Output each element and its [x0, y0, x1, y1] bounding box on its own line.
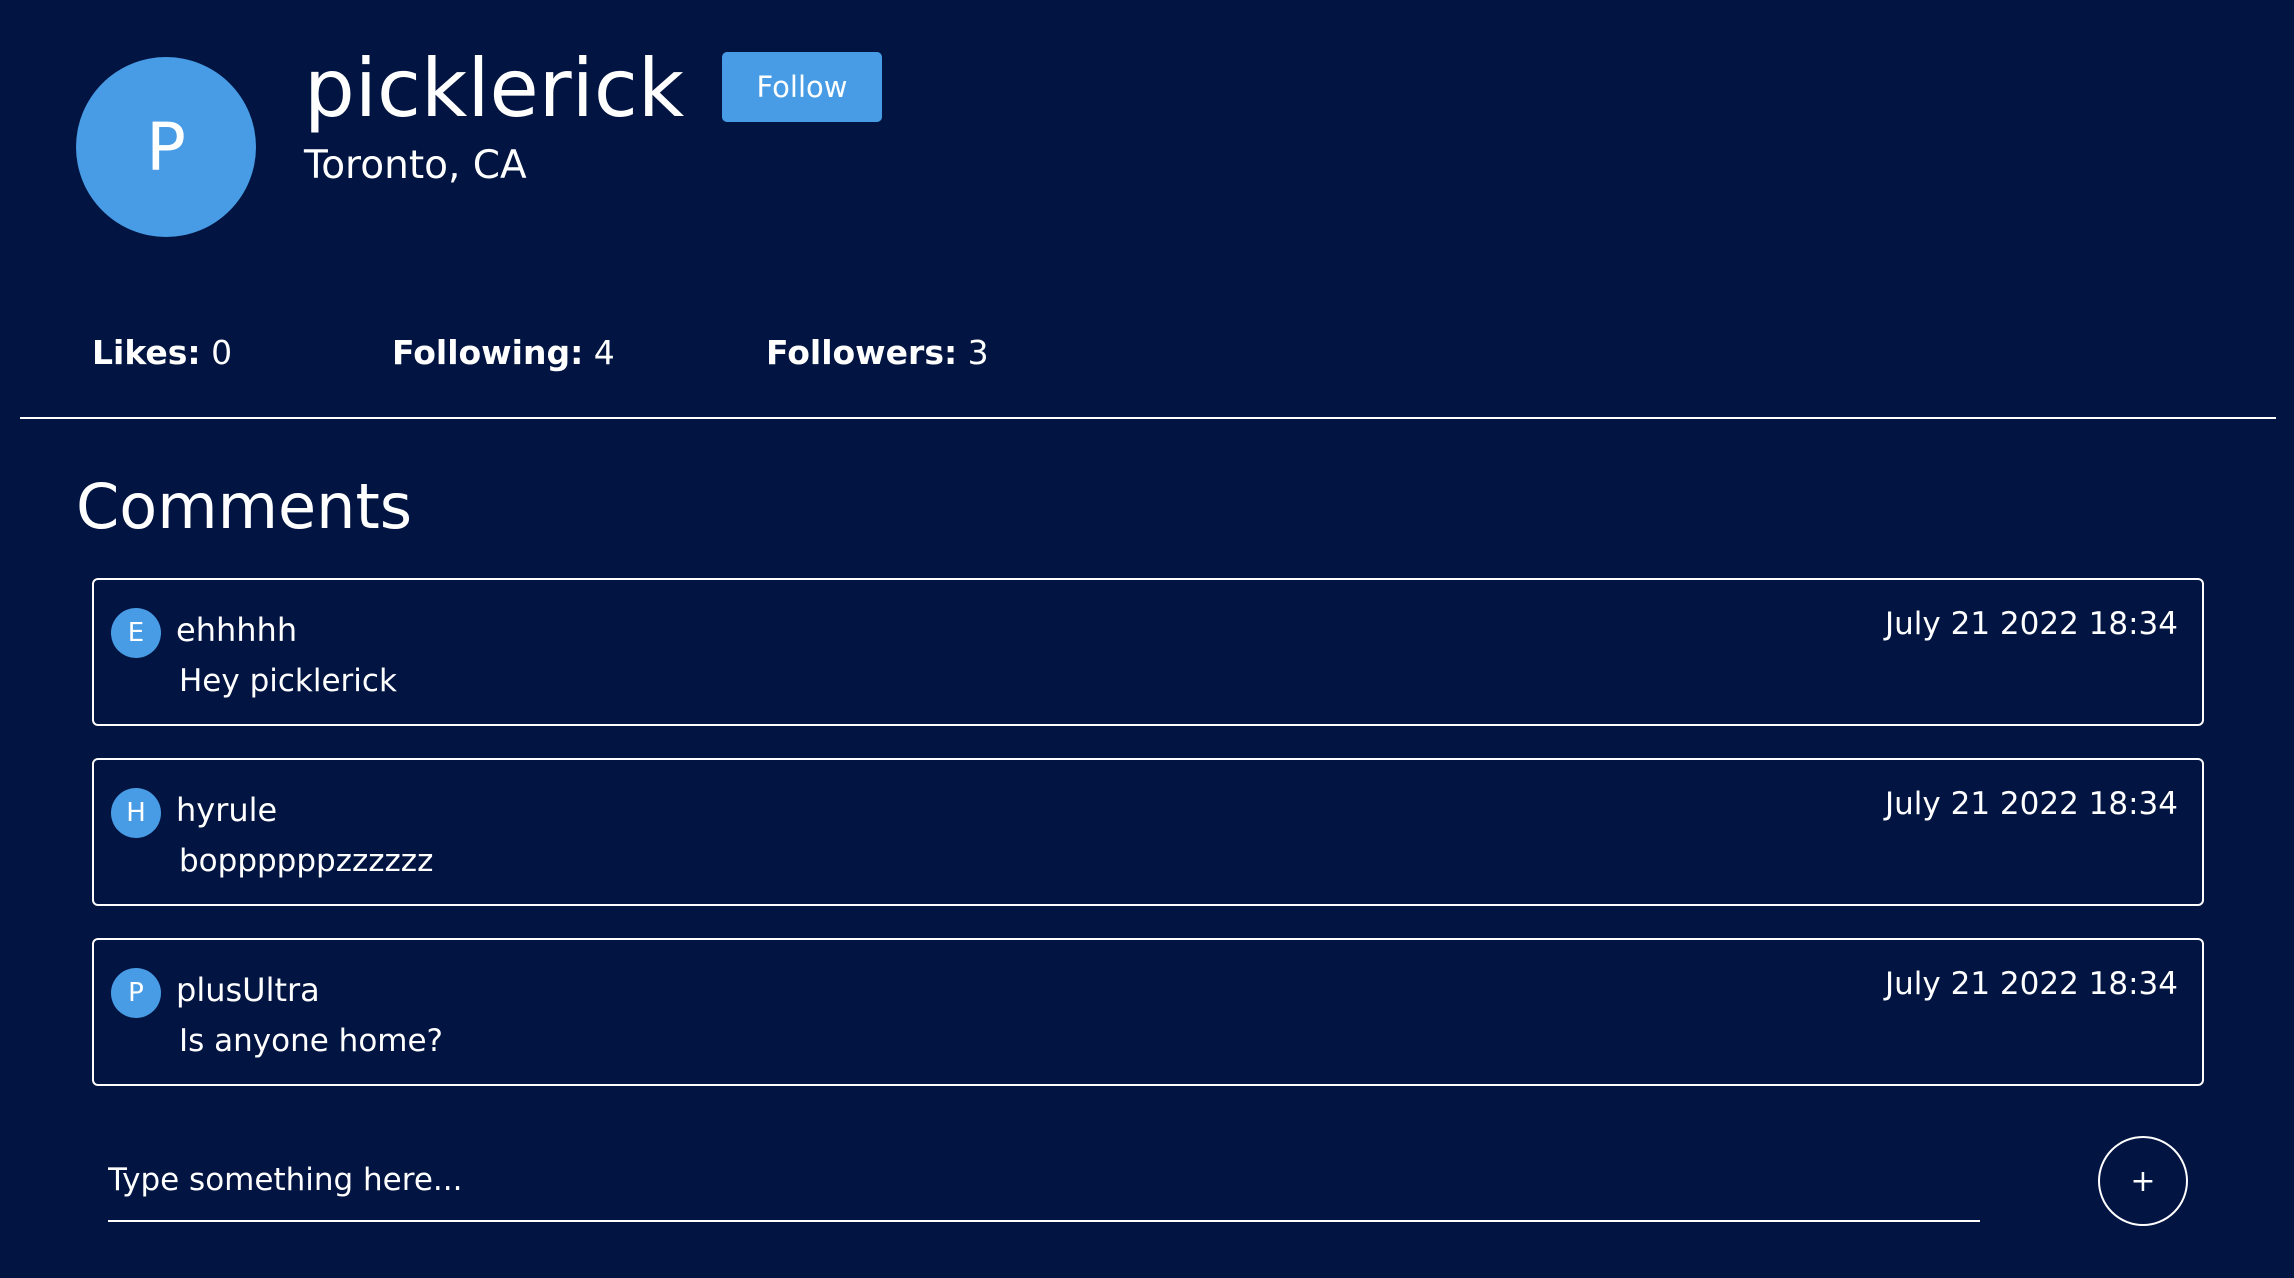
comments-title: Comments	[76, 470, 413, 543]
stat-followers: Followers: 3	[766, 333, 989, 372]
stat-following: Following: 4	[392, 333, 615, 372]
comment-card: E ehhhhh Hey picklerick July 21 2022 18:…	[92, 578, 2204, 726]
comment-card: P plusUltra Is anyone home? July 21 2022…	[92, 938, 2204, 1086]
stat-following-value: 4	[593, 333, 615, 372]
comment-timestamp: July 21 2022 18:34	[1885, 966, 2178, 1002]
comment-text: Hey picklerick	[179, 663, 397, 699]
comment-avatar: E	[111, 608, 161, 658]
stat-likes-value: 0	[211, 333, 233, 372]
stat-following-label: Following:	[392, 333, 584, 372]
stat-followers-label: Followers:	[766, 333, 958, 372]
comment-avatar: P	[111, 968, 161, 1018]
add-comment-button[interactable]: +	[2098, 1136, 2188, 1226]
follow-button[interactable]: Follow	[722, 52, 882, 122]
avatar: P	[76, 57, 256, 237]
stat-likes-label: Likes:	[92, 333, 201, 372]
stat-followers-value: 3	[967, 333, 989, 372]
comment-timestamp: July 21 2022 18:34	[1885, 606, 2178, 642]
divider	[20, 417, 2276, 419]
profile-location: Toronto, CA	[304, 143, 527, 188]
comment-avatar: H	[111, 788, 161, 838]
avatar-initial: P	[146, 108, 186, 186]
comment-author: plusUltra	[176, 971, 320, 1009]
profile-header: P picklerick Toronto, CA Follow	[76, 42, 1076, 237]
comment-author: ehhhhh	[176, 611, 298, 649]
profile-stats: Likes: 0 Following: 4 Followers: 3	[0, 333, 2294, 379]
comment-text: boppppppzzzzzz	[179, 843, 434, 879]
plus-icon: +	[2130, 1163, 2156, 1199]
comment-timestamp: July 21 2022 18:34	[1885, 786, 2178, 822]
comment-card: H hyrule boppppppzzzzzz July 21 2022 18:…	[92, 758, 2204, 906]
comment-author: hyrule	[176, 791, 278, 829]
page-title: picklerick	[304, 42, 685, 135]
stat-likes: Likes: 0	[92, 333, 232, 372]
comment-input[interactable]	[108, 1140, 1980, 1222]
comment-text: Is anyone home?	[179, 1023, 444, 1059]
